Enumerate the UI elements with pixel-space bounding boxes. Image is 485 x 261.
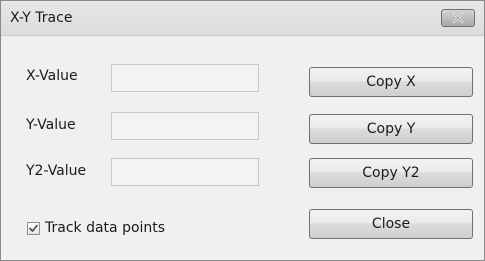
xy-trace-dialog: X-Y Trace X-Value Y-Value Y2-Value Copy … [0, 0, 485, 261]
y-value-field[interactable] [111, 112, 259, 140]
copy-y2-button[interactable]: Copy Y2 [309, 158, 473, 188]
track-data-points-checkbox[interactable] [27, 222, 40, 235]
copy-y-button[interactable]: Copy Y [309, 114, 473, 144]
track-data-points-label: Track data points [45, 220, 166, 236]
x-value-field[interactable] [111, 64, 259, 92]
y2-value-field[interactable] [111, 158, 259, 186]
x-value-label: X-Value [26, 68, 78, 84]
title-bar: X-Y Trace [1, 1, 484, 36]
checkmark-icon [29, 224, 38, 232]
close-icon [452, 12, 464, 24]
y2-value-label: Y2-Value [26, 163, 87, 179]
y-value-label: Y-Value [26, 117, 76, 133]
window-title: X-Y Trace [10, 10, 73, 26]
dialog-body: X-Value Y-Value Y2-Value Copy X Copy Y C… [1, 36, 484, 260]
copy-x-button[interactable]: Copy X [309, 67, 473, 97]
close-button[interactable]: Close [309, 209, 473, 239]
title-close-button[interactable] [441, 9, 475, 27]
